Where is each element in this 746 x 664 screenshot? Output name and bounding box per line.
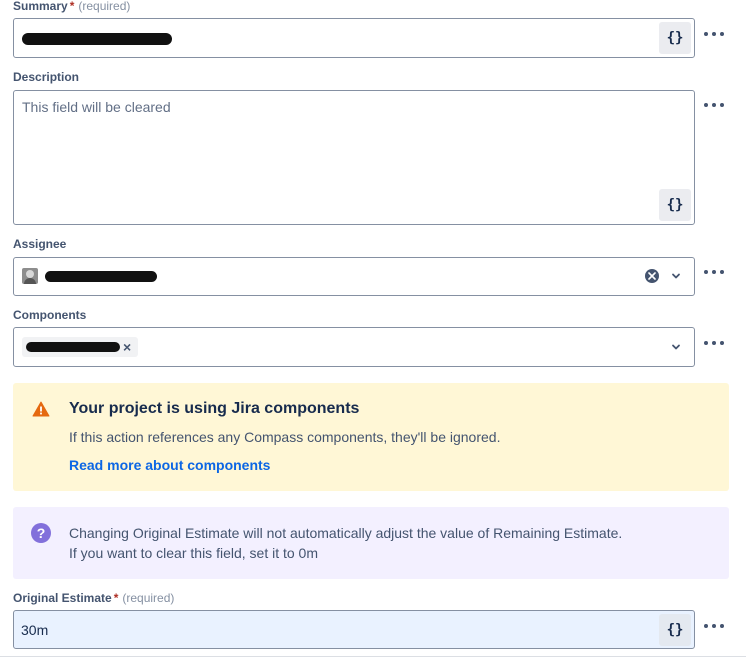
redacted-assignee-name xyxy=(45,271,157,282)
components-more-actions-icon[interactable] xyxy=(704,338,724,348)
description-smart-value-button[interactable]: {} xyxy=(659,189,691,221)
assignee-label: Assignee xyxy=(13,237,67,251)
question-icon: ? xyxy=(31,523,51,543)
original-estimate-label-text: Original Estimate xyxy=(13,591,112,605)
summary-label-text: Summary xyxy=(13,0,68,13)
bottom-divider xyxy=(0,656,746,657)
summary-label: Summary * (required) xyxy=(13,0,130,13)
required-hint: (required) xyxy=(78,0,131,13)
read-more-link[interactable]: Read more about components xyxy=(69,457,270,473)
original-estimate-more-actions-icon[interactable] xyxy=(704,621,724,631)
component-chip: × xyxy=(22,337,138,357)
redacted-component-name xyxy=(26,342,120,352)
original-estimate-value: 30m xyxy=(21,622,49,638)
original-estimate-label: Original Estimate * (required) xyxy=(13,591,174,605)
chevron-down-icon[interactable] xyxy=(671,271,681,281)
warning-title: Your project is using Jira components xyxy=(69,400,360,417)
description-textarea[interactable]: This field will be cleared {} xyxy=(13,90,695,225)
jira-components-warning: Your project is using Jira components If… xyxy=(13,383,729,491)
chip-remove-icon[interactable]: × xyxy=(123,339,131,355)
required-hint: (required) xyxy=(122,591,175,605)
summary-smart-value-button[interactable]: {} xyxy=(659,22,691,54)
avatar xyxy=(22,268,38,284)
info-line-2: If you want to clear this field, set it … xyxy=(69,545,318,561)
assignee-select[interactable] xyxy=(13,257,695,296)
required-mark: * xyxy=(69,0,75,13)
assignee-more-actions-icon[interactable] xyxy=(704,267,724,277)
estimate-info-panel: ? Changing Original Estimate will not au… xyxy=(13,507,729,579)
warning-icon xyxy=(32,401,50,422)
description-placeholder: This field will be cleared xyxy=(22,99,171,115)
original-estimate-input[interactable]: 30m {} xyxy=(13,610,695,649)
components-select[interactable]: × xyxy=(13,327,695,367)
chevron-down-icon[interactable] xyxy=(671,342,681,352)
description-label: Description xyxy=(13,70,80,84)
components-label: Components xyxy=(13,308,87,322)
description-more-actions-icon[interactable] xyxy=(704,100,724,110)
required-mark: * xyxy=(113,591,119,605)
info-line-1: Changing Original Estimate will not auto… xyxy=(69,525,623,541)
original-estimate-smart-value-button[interactable]: {} xyxy=(659,614,691,646)
redacted-summary-text xyxy=(22,33,172,45)
warning-body: If this action references any Compass co… xyxy=(69,429,501,445)
summary-input[interactable]: {} xyxy=(13,18,695,58)
summary-more-actions-icon[interactable] xyxy=(704,29,724,39)
clear-icon[interactable] xyxy=(645,269,659,283)
